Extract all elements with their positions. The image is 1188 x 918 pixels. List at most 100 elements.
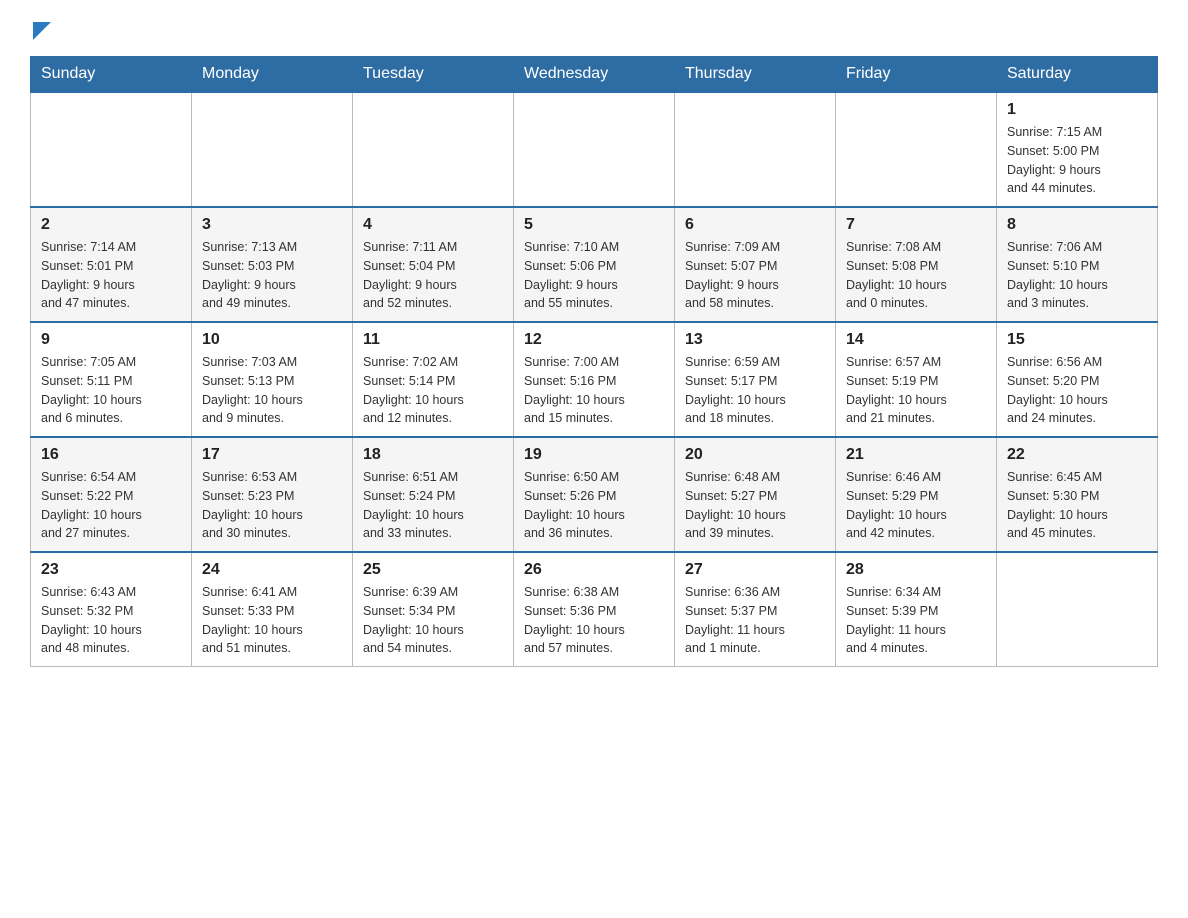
day-number: 20 — [685, 446, 825, 464]
day-info: Sunrise: 6:34 AM Sunset: 5:39 PM Dayligh… — [846, 583, 986, 658]
calendar-cell: 16 Sunrise: 6:54 AM Sunset: 5:22 PM Dayli… — [31, 437, 192, 552]
calendar-cell — [997, 552, 1158, 667]
day-info: Sunrise: 6:56 AM Sunset: 5:20 PM Dayligh… — [1007, 353, 1147, 428]
day-number: 26 — [524, 561, 664, 579]
day-info: Sunrise: 7:09 AM Sunset: 5:07 PM Dayligh… — [685, 238, 825, 313]
weekday-header-sunday: Sunday — [31, 57, 192, 93]
weekday-header-thursday: Thursday — [675, 57, 836, 93]
day-number: 5 — [524, 216, 664, 234]
day-info: Sunrise: 7:03 AM Sunset: 5:13 PM Dayligh… — [202, 353, 342, 428]
day-number: 3 — [202, 216, 342, 234]
calendar-cell: 1 Sunrise: 7:15 AM Sunset: 5:00 PM Daylig… — [997, 92, 1158, 207]
calendar-cell: 21 Sunrise: 6:46 AM Sunset: 5:29 PM Dayli… — [836, 437, 997, 552]
calendar-cell: 4 Sunrise: 7:11 AM Sunset: 5:04 PM Daylig… — [353, 207, 514, 322]
weekday-header-friday: Friday — [836, 57, 997, 93]
day-info: Sunrise: 6:38 AM Sunset: 5:36 PM Dayligh… — [524, 583, 664, 658]
day-info: Sunrise: 7:14 AM Sunset: 5:01 PM Dayligh… — [41, 238, 181, 313]
day-info: Sunrise: 6:59 AM Sunset: 5:17 PM Dayligh… — [685, 353, 825, 428]
calendar-cell — [675, 92, 836, 207]
calendar-cell: 12 Sunrise: 7:00 AM Sunset: 5:16 PM Dayli… — [514, 322, 675, 437]
calendar-cell: 26 Sunrise: 6:38 AM Sunset: 5:36 PM Dayli… — [514, 552, 675, 667]
day-number: 15 — [1007, 331, 1147, 349]
day-number: 28 — [846, 561, 986, 579]
day-info: Sunrise: 7:15 AM Sunset: 5:00 PM Dayligh… — [1007, 123, 1147, 198]
day-number: 27 — [685, 561, 825, 579]
day-number: 21 — [846, 446, 986, 464]
day-number: 16 — [41, 446, 181, 464]
day-number: 12 — [524, 331, 664, 349]
logo-triangle-icon — [33, 22, 51, 40]
day-number: 6 — [685, 216, 825, 234]
calendar-cell — [836, 92, 997, 207]
day-info: Sunrise: 6:45 AM Sunset: 5:30 PM Dayligh… — [1007, 468, 1147, 543]
day-number: 4 — [363, 216, 503, 234]
day-info: Sunrise: 7:05 AM Sunset: 5:11 PM Dayligh… — [41, 353, 181, 428]
calendar-week-row: 2 Sunrise: 7:14 AM Sunset: 5:01 PM Daylig… — [31, 207, 1158, 322]
logo — [30, 20, 51, 40]
day-info: Sunrise: 7:00 AM Sunset: 5:16 PM Dayligh… — [524, 353, 664, 428]
calendar-cell: 22 Sunrise: 6:45 AM Sunset: 5:30 PM Dayli… — [997, 437, 1158, 552]
day-info: Sunrise: 7:06 AM Sunset: 5:10 PM Dayligh… — [1007, 238, 1147, 313]
calendar-cell: 2 Sunrise: 7:14 AM Sunset: 5:01 PM Daylig… — [31, 207, 192, 322]
calendar-week-row: 23 Sunrise: 6:43 AM Sunset: 5:32 PM Dayli… — [31, 552, 1158, 667]
calendar-cell: 7 Sunrise: 7:08 AM Sunset: 5:08 PM Daylig… — [836, 207, 997, 322]
day-number: 18 — [363, 446, 503, 464]
day-info: Sunrise: 6:53 AM Sunset: 5:23 PM Dayligh… — [202, 468, 342, 543]
day-number: 10 — [202, 331, 342, 349]
day-info: Sunrise: 6:50 AM Sunset: 5:26 PM Dayligh… — [524, 468, 664, 543]
day-info: Sunrise: 6:39 AM Sunset: 5:34 PM Dayligh… — [363, 583, 503, 658]
day-number: 7 — [846, 216, 986, 234]
day-number: 25 — [363, 561, 503, 579]
day-number: 14 — [846, 331, 986, 349]
calendar-cell — [514, 92, 675, 207]
weekday-header-row: SundayMondayTuesdayWednesdayThursdayFrid… — [31, 57, 1158, 93]
day-number: 24 — [202, 561, 342, 579]
calendar-cell — [192, 92, 353, 207]
day-info: Sunrise: 6:57 AM Sunset: 5:19 PM Dayligh… — [846, 353, 986, 428]
calendar-cell: 5 Sunrise: 7:10 AM Sunset: 5:06 PM Daylig… — [514, 207, 675, 322]
day-info: Sunrise: 6:46 AM Sunset: 5:29 PM Dayligh… — [846, 468, 986, 543]
day-info: Sunrise: 7:13 AM Sunset: 5:03 PM Dayligh… — [202, 238, 342, 313]
day-number: 22 — [1007, 446, 1147, 464]
calendar-cell: 27 Sunrise: 6:36 AM Sunset: 5:37 PM Dayli… — [675, 552, 836, 667]
calendar-cell: 13 Sunrise: 6:59 AM Sunset: 5:17 PM Dayli… — [675, 322, 836, 437]
day-info: Sunrise: 7:08 AM Sunset: 5:08 PM Dayligh… — [846, 238, 986, 313]
calendar-table: SundayMondayTuesdayWednesdayThursdayFrid… — [30, 56, 1158, 667]
calendar-cell: 14 Sunrise: 6:57 AM Sunset: 5:19 PM Dayli… — [836, 322, 997, 437]
calendar-week-row: 16 Sunrise: 6:54 AM Sunset: 5:22 PM Dayli… — [31, 437, 1158, 552]
day-info: Sunrise: 6:43 AM Sunset: 5:32 PM Dayligh… — [41, 583, 181, 658]
weekday-header-monday: Monday — [192, 57, 353, 93]
calendar-cell: 10 Sunrise: 7:03 AM Sunset: 5:13 PM Dayli… — [192, 322, 353, 437]
day-number: 2 — [41, 216, 181, 234]
calendar-cell: 8 Sunrise: 7:06 AM Sunset: 5:10 PM Daylig… — [997, 207, 1158, 322]
day-info: Sunrise: 7:11 AM Sunset: 5:04 PM Dayligh… — [363, 238, 503, 313]
weekday-header-saturday: Saturday — [997, 57, 1158, 93]
day-number: 1 — [1007, 101, 1147, 119]
calendar-week-row: 1 Sunrise: 7:15 AM Sunset: 5:00 PM Daylig… — [31, 92, 1158, 207]
day-number: 19 — [524, 446, 664, 464]
calendar-cell: 17 Sunrise: 6:53 AM Sunset: 5:23 PM Dayli… — [192, 437, 353, 552]
page-header — [30, 20, 1158, 40]
day-number: 13 — [685, 331, 825, 349]
weekday-header-wednesday: Wednesday — [514, 57, 675, 93]
calendar-cell — [31, 92, 192, 207]
day-info: Sunrise: 7:02 AM Sunset: 5:14 PM Dayligh… — [363, 353, 503, 428]
calendar-cell: 3 Sunrise: 7:13 AM Sunset: 5:03 PM Daylig… — [192, 207, 353, 322]
day-info: Sunrise: 7:10 AM Sunset: 5:06 PM Dayligh… — [524, 238, 664, 313]
day-number: 23 — [41, 561, 181, 579]
calendar-week-row: 9Sunrise: 7:05 AM Sunset: 5:11 PM Daylig… — [31, 322, 1158, 437]
calendar-cell: 19 Sunrise: 6:50 AM Sunset: 5:26 PM Dayli… — [514, 437, 675, 552]
calendar-cell: 11 Sunrise: 7:02 AM Sunset: 5:14 PM Dayli… — [353, 322, 514, 437]
calendar-cell: 23 Sunrise: 6:43 AM Sunset: 5:32 PM Dayli… — [31, 552, 192, 667]
calendar-cell: 28 Sunrise: 6:34 AM Sunset: 5:39 PM Dayli… — [836, 552, 997, 667]
calendar-cell — [353, 92, 514, 207]
calendar-cell: 20 Sunrise: 6:48 AM Sunset: 5:27 PM Dayli… — [675, 437, 836, 552]
day-number: 8 — [1007, 216, 1147, 234]
day-info: Sunrise: 6:48 AM Sunset: 5:27 PM Dayligh… — [685, 468, 825, 543]
day-info: Sunrise: 6:36 AM Sunset: 5:37 PM Dayligh… — [685, 583, 825, 658]
day-number: 17 — [202, 446, 342, 464]
day-number: 11 — [363, 331, 503, 349]
weekday-header-tuesday: Tuesday — [353, 57, 514, 93]
calendar-cell: 15 Sunrise: 6:56 AM Sunset: 5:20 PM Dayli… — [997, 322, 1158, 437]
day-info: Sunrise: 6:54 AM Sunset: 5:22 PM Dayligh… — [41, 468, 181, 543]
